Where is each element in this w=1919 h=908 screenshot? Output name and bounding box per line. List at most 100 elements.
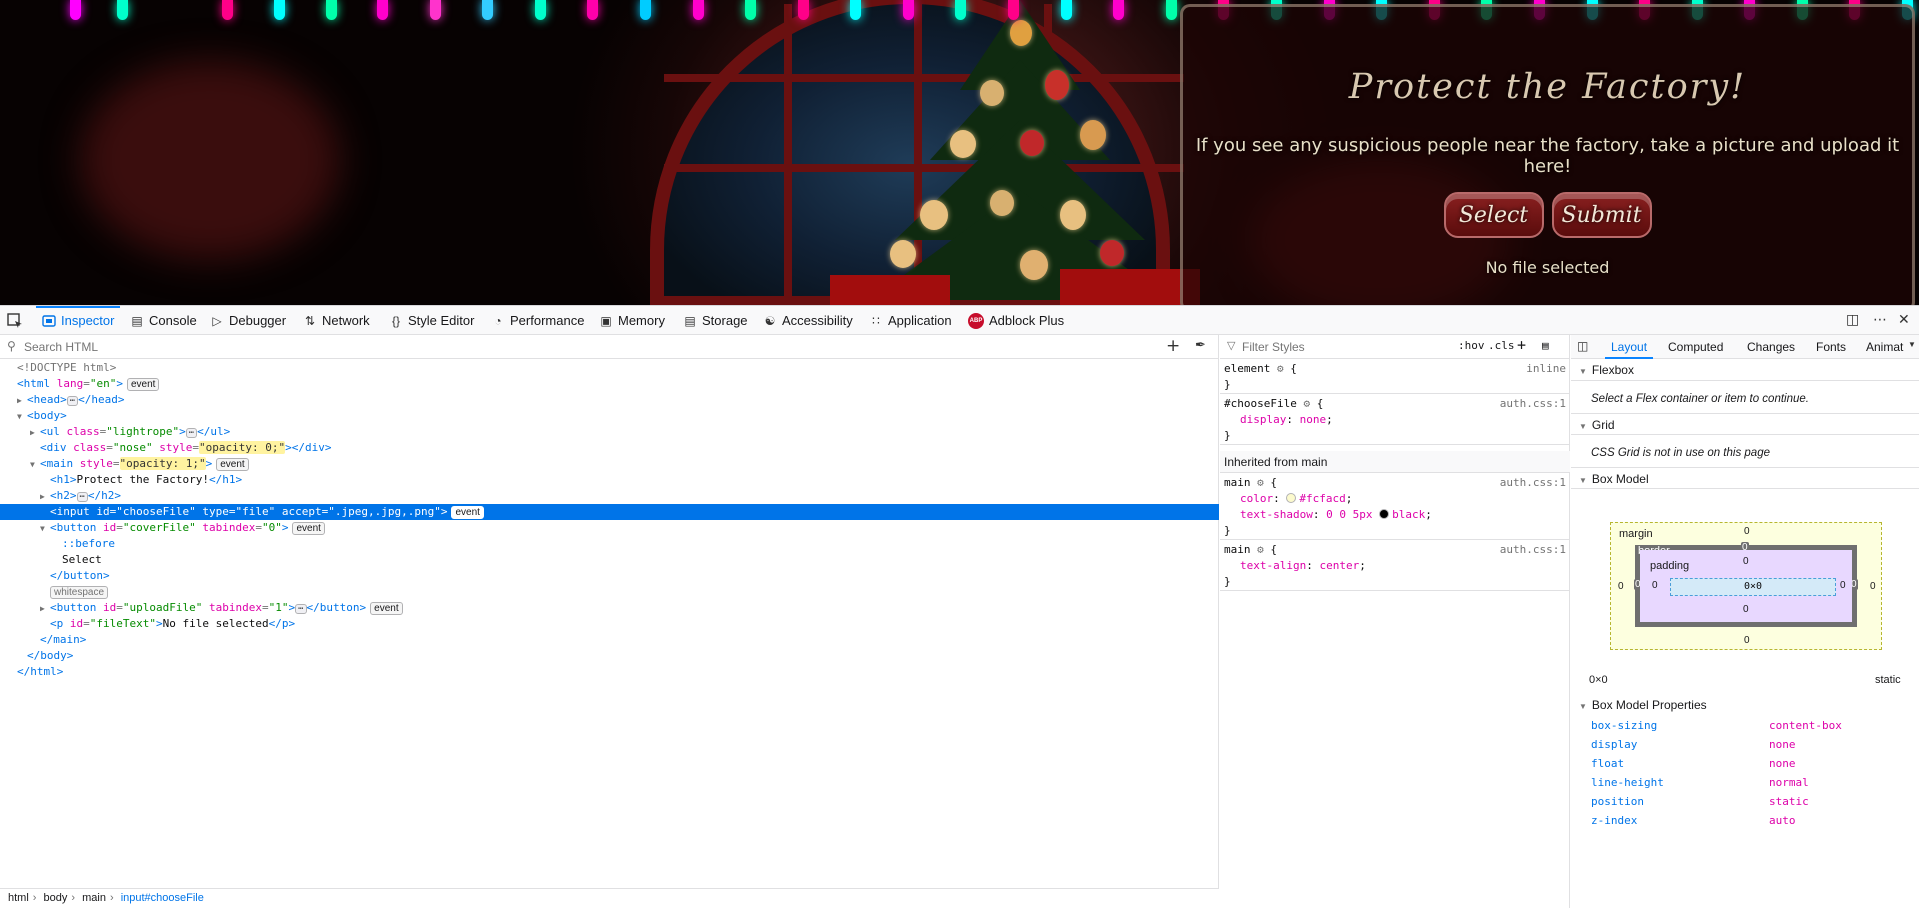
tab-style-editor[interactable]: {} Style Editor — [389, 306, 475, 335]
tab-debugger[interactable]: ▷ Debugger — [210, 306, 286, 335]
margin-left-value[interactable]: 0 — [1618, 581, 1624, 592]
tree-node-html-close[interactable]: </html> — [0, 664, 1219, 680]
expand-icon[interactable]: ▶ — [30, 425, 40, 441]
collapsed-ellipsis[interactable]: ⋯ — [66, 396, 79, 406]
print-media-icon[interactable]: ▤ — [1542, 339, 1549, 352]
tab-layout[interactable]: Layout — [1604, 335, 1654, 359]
event-badge[interactable]: event — [451, 506, 484, 519]
gear-icon[interactable]: ⚙ — [1277, 362, 1284, 375]
search-html-input[interactable] — [22, 338, 1122, 356]
tab-accessibility[interactable]: ☯ Accessibility — [763, 306, 853, 335]
submit-button[interactable]: Submit — [1551, 192, 1652, 238]
declaration[interactable]: color: #fcfacd; — [1224, 491, 1566, 507]
collapsed-ellipsis[interactable]: ⋯ — [295, 604, 307, 614]
tree-node-body-close[interactable]: </body> — [0, 648, 1219, 664]
grid-section-header[interactable]: ▼ Grid — [1571, 413, 1919, 435]
collapse-icon[interactable]: ▼ — [17, 409, 27, 425]
tab-network[interactable]: ⇅ Network — [303, 306, 370, 335]
padding-left-value[interactable]: 0 — [1652, 580, 1658, 591]
tree-node-cover-button[interactable]: ▼ <button id="coverFile" tabindex="0"> eve… — [0, 520, 1219, 536]
tree-node-input-selected[interactable]: <input id="chooseFile" type="file" accep… — [0, 504, 1219, 520]
tab-storage[interactable]: ▤ Storage — [683, 306, 747, 335]
content-box[interactable]: 0×0 — [1670, 578, 1836, 596]
breadcrumb-item-current[interactable]: input#chooseFile — [121, 889, 204, 908]
expand-icon[interactable]: ▶ — [17, 393, 27, 409]
expand-icon[interactable]: ▶ — [40, 489, 50, 505]
tab-memory[interactable]: ▣ Memory — [599, 306, 665, 335]
color-swatch[interactable] — [1286, 493, 1297, 503]
attr-value: "fileText" — [89, 617, 156, 630]
event-badge[interactable]: event — [292, 522, 325, 535]
classes-button[interactable]: .cls — [1488, 339, 1515, 352]
tree-node-whitespace[interactable]: whitespace — [0, 584, 1219, 600]
tree-node-doctype[interactable]: <!DOCTYPE html> — [0, 360, 1219, 376]
eyedropper-icon[interactable]: ✒ — [1195, 338, 1206, 353]
rule-source-link[interactable]: auth.css:1 — [1500, 475, 1566, 491]
tree-node-p[interactable]: <p id="fileText">No file selected</p> — [0, 616, 1219, 632]
gear-icon[interactable]: ⚙ — [1257, 543, 1264, 556]
tab-animations[interactable]: Animat — [1866, 335, 1903, 359]
tab-inspector[interactable]: Inspector — [35, 306, 122, 335]
gear-icon[interactable]: ⚙ — [1303, 397, 1310, 410]
tree-node-upload-button[interactable]: ▶ <button id="uploadFile" tabindex="1"> ⋯ <… — [0, 600, 1219, 616]
tree-node-body[interactable]: ▼ <body> — [0, 408, 1219, 424]
breadcrumb-item[interactable]: body — [44, 889, 68, 908]
rule-source-link[interactable]: auth.css:1 — [1500, 542, 1566, 558]
toggle-pane-icon[interactable]: ◫ — [1577, 339, 1588, 353]
filter-styles-input[interactable] — [1240, 338, 1440, 356]
tab-application[interactable]: ∷ Application — [869, 306, 951, 335]
breadcrumb-item[interactable]: html — [8, 889, 29, 908]
close-icon[interactable]: ✕ — [1898, 312, 1910, 328]
event-badge[interactable]: event — [216, 458, 249, 471]
tree-node-div[interactable]: <div class="nose" style="opacity: 0;"></… — [0, 440, 1219, 456]
margin-bottom-value[interactable]: 0 — [1744, 635, 1750, 646]
expand-icon[interactable]: ▶ — [40, 601, 50, 617]
tree-node-main-close[interactable]: </main> — [0, 632, 1219, 648]
tab-console[interactable]: ▤ Console — [130, 306, 196, 335]
add-rule-icon[interactable]: + — [1517, 336, 1526, 354]
boxmodel-props-header[interactable]: ▼ Box Model Properties — [1571, 694, 1919, 716]
declaration[interactable]: display: none; — [1224, 412, 1566, 428]
tag-name: main — [53, 633, 80, 646]
element-picker-icon[interactable] — [6, 312, 24, 330]
tree-node-pseudo-before[interactable]: ::before — [0, 536, 1219, 552]
chevron-down-icon[interactable]: ▼ — [1908, 340, 1916, 349]
tab-performance[interactable]: ◔ Performance — [491, 306, 584, 335]
tab-fonts[interactable]: Fonts — [1816, 335, 1846, 359]
rule-source-link[interactable]: auth.css:1 — [1500, 396, 1566, 412]
flexbox-section-header[interactable]: ▼ Flexbox — [1571, 359, 1919, 381]
event-badge[interactable]: event — [127, 378, 160, 391]
tab-changes[interactable]: Changes — [1747, 335, 1795, 359]
padding-top-value[interactable]: 0 — [1743, 556, 1749, 567]
collapse-icon[interactable]: ▼ — [30, 457, 40, 473]
margin-right-value[interactable]: 0 — [1870, 581, 1876, 592]
boxmodel-section-header[interactable]: ▼ Box Model — [1571, 467, 1919, 489]
padding-right-value[interactable]: 0 — [1840, 580, 1846, 591]
more-options-icon[interactable]: ⋯ — [1873, 312, 1887, 328]
tree-node-button-close[interactable]: </button> — [0, 568, 1219, 584]
tree-node-html[interactable]: <html lang="en"> event — [0, 376, 1219, 392]
hover-states-button[interactable]: :hov — [1458, 339, 1485, 352]
tree-node-main[interactable]: ▼ <main style="opacity: 1;"> event — [0, 456, 1219, 472]
tab-adblock-plus[interactable]: ABP Adblock Plus — [968, 306, 1064, 335]
padding-bottom-value[interactable]: 0 — [1743, 604, 1749, 615]
collapse-icon[interactable]: ▼ — [40, 521, 50, 537]
declaration[interactable]: text-shadow: 0 0 5px black; — [1224, 507, 1566, 523]
margin-top-value[interactable]: 0 — [1744, 526, 1750, 537]
color-swatch[interactable] — [1379, 509, 1390, 519]
add-node-icon[interactable]: + — [1166, 336, 1180, 356]
declaration[interactable]: text-align: center; — [1224, 558, 1566, 574]
gear-icon[interactable]: ⚙ — [1257, 476, 1264, 489]
tree-node-head[interactable]: ▶ <head> ⋯ </head> — [0, 392, 1219, 408]
tree-node-h1[interactable]: <h1>Protect the Factory!</h1> — [0, 472, 1219, 488]
tree-node-ul[interactable]: ▶ <ul class="lightrope"> ⋯ </ul> — [0, 424, 1219, 440]
tree-node-h2[interactable]: ▶ <h2> ⋯ </h2> — [0, 488, 1219, 504]
select-file-button[interactable]: Select — [1443, 192, 1544, 238]
event-badge[interactable]: event — [370, 602, 403, 615]
collapsed-ellipsis[interactable]: ⋯ — [185, 428, 198, 438]
breadcrumb-item[interactable]: main — [82, 889, 106, 908]
tab-computed[interactable]: Computed — [1668, 335, 1723, 359]
dock-side-icon[interactable]: ◫ — [1846, 312, 1859, 328]
collapsed-ellipsis[interactable]: ⋯ — [76, 492, 88, 502]
tree-node-text[interactable]: Select — [0, 552, 1219, 568]
